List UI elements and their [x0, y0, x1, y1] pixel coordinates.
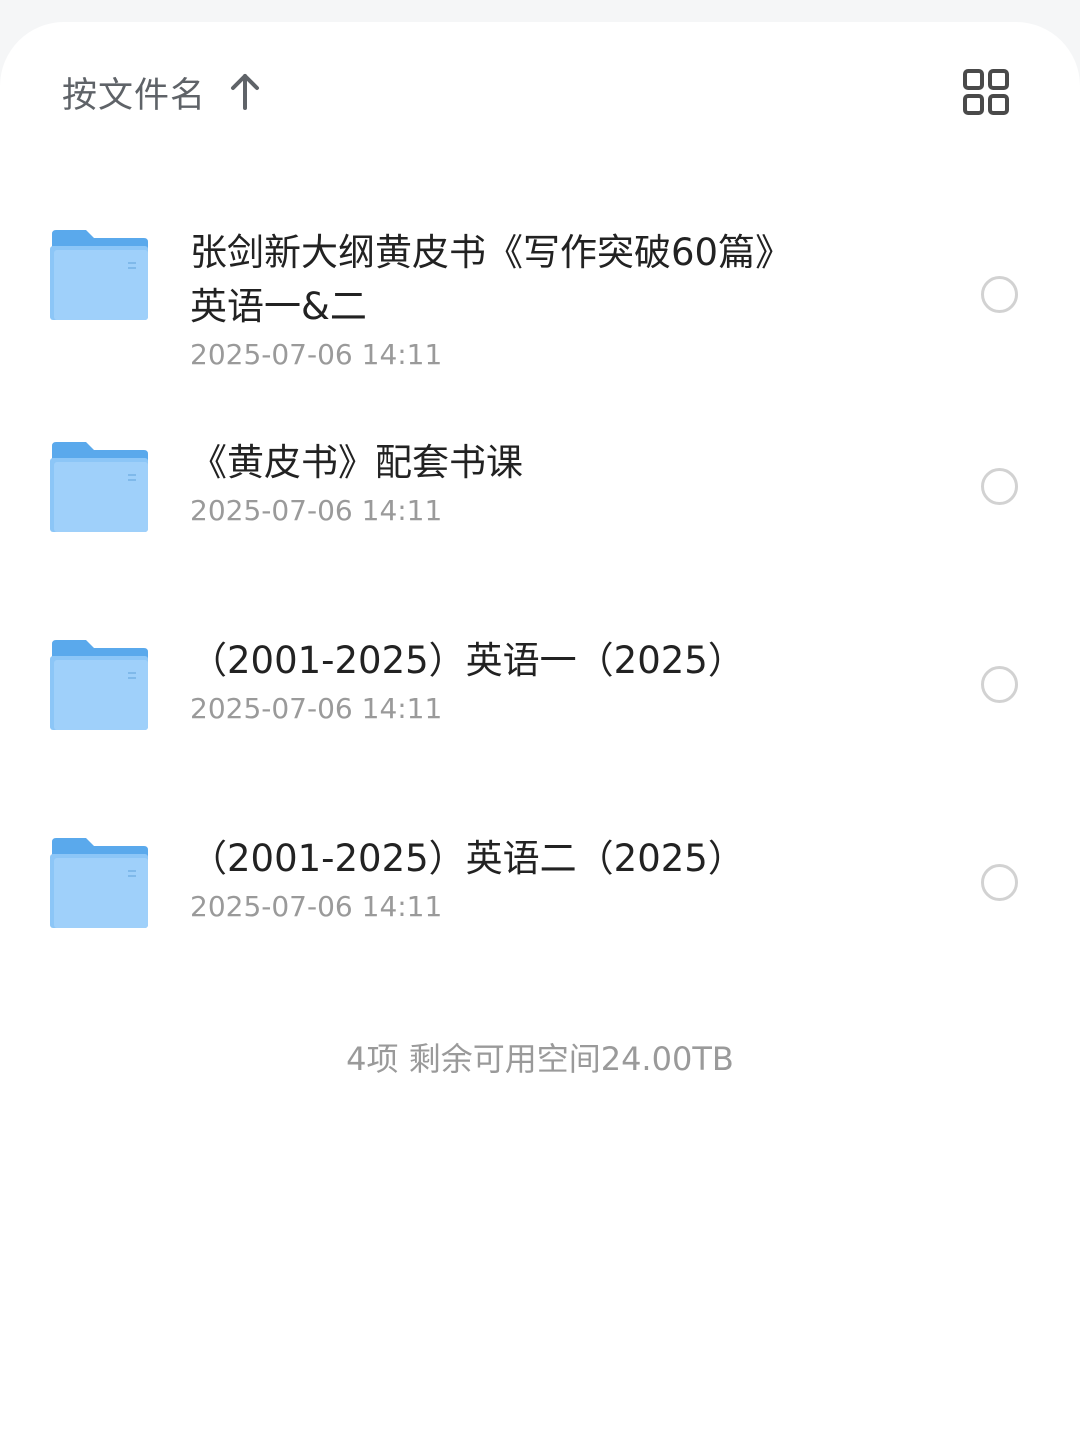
file-date: 2025-07-06 14:11	[190, 338, 443, 371]
file-date: 2025-07-06 14:11	[190, 890, 443, 923]
grid-view-icon[interactable]	[962, 68, 1010, 116]
folder-icon	[48, 228, 150, 322]
select-checkbox[interactable]	[981, 666, 1018, 703]
sort-by-name-button[interactable]: 按文件名	[62, 68, 262, 116]
file-info: 张剑新大纲黄皮书《写作突破60篇》 英语一&二 2025-07-06 14:11	[190, 226, 890, 374]
file-name-continued: 英语一&二	[190, 285, 367, 328]
folder-icon	[48, 440, 150, 534]
file-info: （2001-2025）英语一（2025） 2025-07-06 14:11	[190, 634, 890, 728]
list-item[interactable]: 《黄皮书》配套书课 2025-07-06 14:11	[0, 422, 1080, 572]
select-checkbox[interactable]	[981, 864, 1018, 901]
sort-label: 按文件名	[62, 75, 207, 116]
list-item[interactable]: （2001-2025）英语一（2025） 2025-07-06 14:11	[0, 620, 1080, 770]
file-browser-panel: 按文件名 张剑新大纲黄皮书《写作突破60篇》 英语一&二 2025-07-06 …	[0, 22, 1080, 1440]
list-item[interactable]: 张剑新大纲黄皮书《写作突破60篇》 英语一&二 2025-07-06 14:11	[0, 192, 1080, 371]
file-info: （2001-2025）英语二（2025） 2025-07-06 14:11	[190, 832, 890, 926]
folder-icon	[48, 836, 150, 930]
storage-summary: 4项 剩余可用空间24.00TB	[346, 1040, 734, 1078]
file-name: 张剑新大纲黄皮书《写作突破60篇》	[190, 231, 793, 274]
file-date: 2025-07-06 14:11	[190, 692, 443, 725]
list-item[interactable]: （2001-2025）英语二（2025） 2025-07-06 14:11	[0, 818, 1080, 968]
folder-icon	[48, 638, 150, 732]
file-date: 2025-07-06 14:11	[190, 494, 443, 527]
select-checkbox[interactable]	[981, 468, 1018, 505]
arrow-up-icon	[228, 72, 262, 112]
file-name: 《黄皮书》配套书课	[190, 441, 523, 484]
file-info: 《黄皮书》配套书课 2025-07-06 14:11	[190, 436, 890, 530]
file-name: （2001-2025）英语二（2025）	[190, 837, 745, 880]
file-name: （2001-2025）英语一（2025）	[190, 639, 745, 682]
select-checkbox[interactable]	[981, 276, 1018, 313]
